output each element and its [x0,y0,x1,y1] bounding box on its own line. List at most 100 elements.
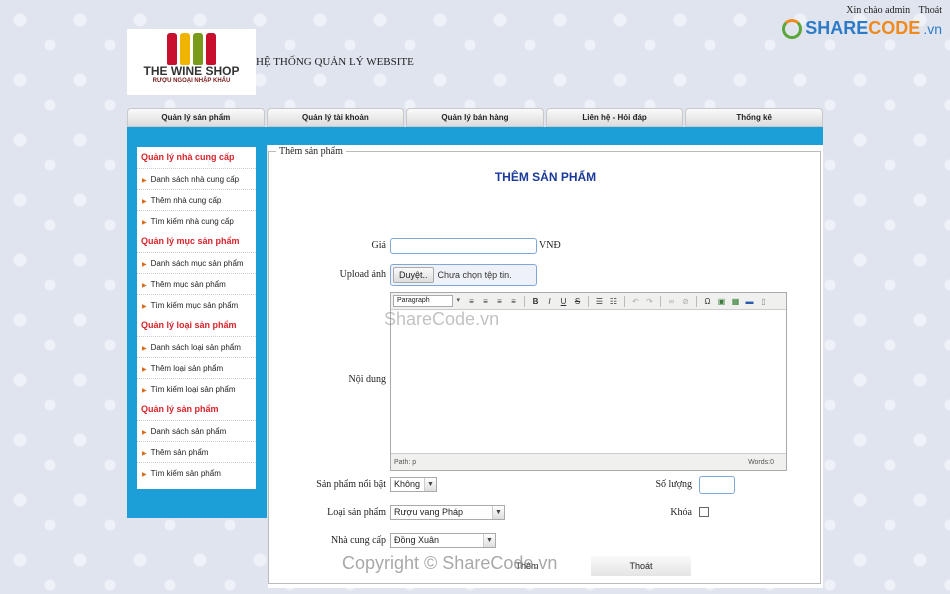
arrow-right-icon: ▶ [142,283,147,289]
nav-underbar [127,127,823,145]
wine-shop-logo[interactable]: THE WINE SHOP RƯỢU NGOẠI NHẬP KHẨU [127,29,256,95]
arrow-right-icon: ▶ [142,220,147,226]
cancel-button[interactable]: Thoát [591,556,691,576]
quantity-label: Số lượng [655,479,692,490]
align-center-icon[interactable]: ≡ [480,296,491,307]
category-value: Rượu vang Pháp [394,507,463,517]
special-char-icon[interactable]: Ω [702,296,713,307]
price-input[interactable] [390,238,537,254]
link-icon[interactable]: ∞ [666,296,677,307]
main-nav: Quản lý sản phẩm Quản lý tài khoản Quản … [127,108,823,127]
arrow-right-icon: ▶ [142,262,147,268]
arrow-right-icon: ▶ [142,388,147,394]
sidebar-item-type-search[interactable]: ▶ Tìm kiếm loại sản phẩm [137,378,256,399]
file-status: Chưa chọn tệp tin. [437,270,512,280]
lock-label: Khóa [670,507,692,518]
align-right-icon[interactable]: ≡ [494,296,505,307]
sidebar-item-supplier-search[interactable]: ▶ Tìm kiếm nhà cung cấp [137,210,256,231]
sidebar-group-product: Quản lý sản phẩm [141,404,219,414]
logo-title: THE WINE SHOP [143,64,240,78]
supplier-select[interactable]: Đồng Xuân ▼ [390,533,496,548]
logo-subtitle: RƯỢU NGOẠI NHẬP KHẨU [152,78,231,84]
logout-link[interactable]: Thoát [919,5,942,16]
nav-statistics[interactable]: Thống kê [685,108,823,127]
editor-content-area[interactable] [391,310,786,453]
sidebar-item-section-list[interactable]: ▶ Danh sách mục sản phẩm [137,252,256,273]
sidebar-group-product-type: Quản lý loại sản phẩm [141,320,237,330]
toolbar-separator [624,295,625,307]
undo-icon[interactable]: ↶ [630,296,641,307]
lock-checkbox[interactable] [699,507,709,517]
sidebar-item-supplier-list[interactable]: ▶ Danh sách nhà cung cấp [137,168,256,189]
nav-account-management[interactable]: Quản lý tài khoản [266,108,405,127]
quantity-input[interactable] [699,476,735,494]
sidebar-group-product-section: Quản lý mục sản phẩm [141,236,240,246]
featured-label: Sản phẩm nổi bật [316,479,386,490]
form-title: THÊM SẢN PHẨM [494,170,597,184]
sidebar-item-supplier-add[interactable]: ▶ Thêm nhà cung cấp [137,189,256,210]
toolbar-separator [524,295,525,307]
align-justify-icon[interactable]: ≡ [508,296,519,307]
sidebar-menu: Quản lý nhà cung cấp ▶ Danh sách nhà cung… [137,147,256,489]
sidebar-group-supplier: Quản lý nhà cung cấp [141,152,235,162]
editor-path: Path: p [394,458,417,466]
image-icon[interactable]: ▣ [716,296,727,307]
redo-icon[interactable]: ↷ [644,296,655,307]
greeting: Xin chào admin Thoát [782,5,942,16]
numbered-list-icon[interactable]: ☷ [608,296,619,307]
file-upload: Duyệt.. Chưa chọn tệp tin. [390,264,537,286]
editor-word-count: Words:0 [748,458,774,466]
table-icon[interactable]: ▦ [730,296,741,307]
sidebar-item-product-search[interactable]: ▶ Tìm kiếm sản phẩm [137,462,256,483]
toolbar-separator [696,295,697,307]
strikethrough-icon[interactable]: S [572,296,583,307]
media-icon[interactable]: ▬ [744,296,755,307]
chevron-down-icon: ▼ [483,534,495,547]
underline-icon[interactable]: U [558,296,569,307]
sharecode-brand: SHARECODE [805,18,921,38]
upload-label: Upload ảnh [339,269,386,280]
bullet-list-icon[interactable]: ☰ [594,296,605,307]
wine-bottles-icon [127,29,256,65]
add-product-fieldset: Thêm sản phẩm THÊM SẢN PHẨM Giá VNĐ Uplo… [268,146,821,584]
arrow-right-icon: ▶ [142,472,147,478]
italic-icon[interactable]: I [544,296,555,307]
sharecode-logo: SHARECODE .vn [782,18,942,39]
nav-product-management[interactable]: Quản lý sản phẩm [127,108,265,127]
sidebar-item-type-add[interactable]: ▶ Thêm loại sản phẩm [137,357,256,378]
nav-sales-management[interactable]: Quản lý bán hàng [406,108,544,127]
category-select[interactable]: Rượu vang Pháp ▼ [390,505,505,520]
sharecode-domain: .vn [923,20,942,37]
format-select[interactable]: Paragraph [393,295,460,307]
browse-button[interactable]: Duyệt.. [393,267,434,283]
system-title: HỆ THỐNG QUẢN LÝ WEBSITE [256,56,414,68]
fieldset-legend: Thêm sản phẩm [276,146,346,157]
arrow-right-icon: ▶ [142,451,147,457]
editor-statusbar: Path: p Words:0 [391,453,786,470]
greeting-text: Xin chào admin [846,5,911,16]
top-right-area: Xin chào admin Thoát SHARECODE .vn [782,5,942,39]
supplier-value: Đồng Xuân [394,535,440,545]
arrow-right-icon: ▶ [142,367,147,373]
featured-select[interactable]: Không ▼ [390,477,437,492]
align-left-icon[interactable]: ≡ [466,296,477,307]
nav-contact-faq[interactable]: Liên hệ - Hỏi đáp [545,108,684,127]
unlink-icon[interactable]: ⊘ [680,296,691,307]
chevron-down-icon: ▼ [492,506,504,519]
editor-toolbar: Paragraph ≡ ≡ ≡ ≡ B I U S ☰ ☷ ↶ ↷ ∞ ⊘ [391,293,786,310]
sidebar-item-section-add[interactable]: ▶ Thêm mục sản phẩm [137,273,256,294]
sidebar-item-product-add[interactable]: ▶ Thêm sản phẩm [137,441,256,462]
main-content: Thêm sản phẩm THÊM SẢN PHẨM Giá VNĐ Uplo… [268,145,823,588]
sidebar-item-product-list[interactable]: ▶ Danh sách sản phẩm [137,420,256,441]
sidebar-item-type-list[interactable]: ▶ Danh sách loại sản phẩm [137,336,256,357]
arrow-right-icon: ▶ [142,304,147,310]
toolbar-separator [660,295,661,307]
price-label: Giá [371,240,386,251]
sidebar-item-section-search[interactable]: ▶ Tìm kiếm mục sản phẩm [137,294,256,315]
bold-icon[interactable]: B [530,296,541,307]
chevron-down-icon: ▼ [424,478,436,491]
code-icon[interactable]: ▯ [758,296,769,307]
arrow-right-icon: ▶ [142,430,147,436]
sharecode-ring-icon [782,18,803,39]
content-label: Nội dung [348,374,387,385]
